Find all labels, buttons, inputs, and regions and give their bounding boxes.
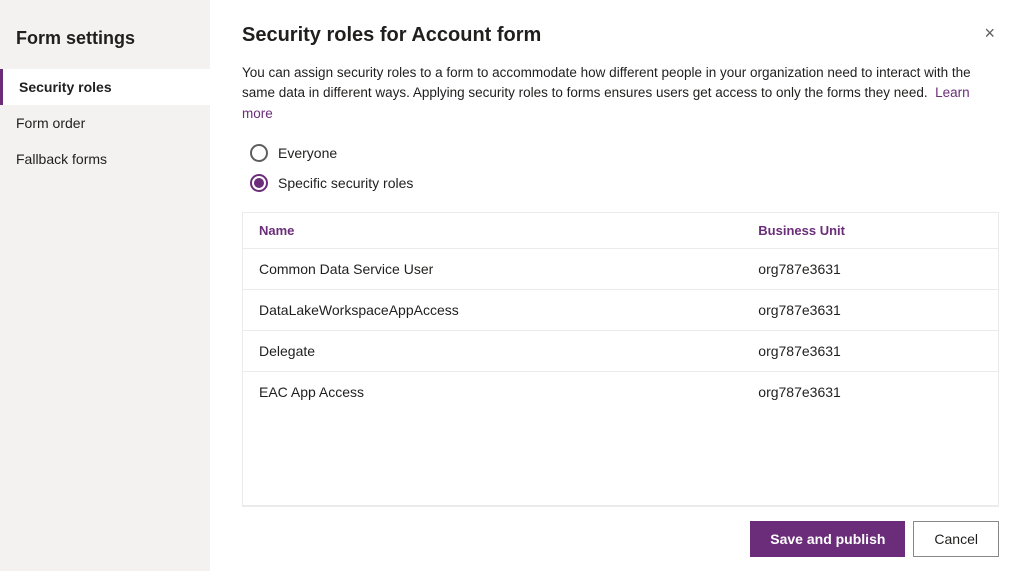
dialog-header: Security roles for Account form × (242, 24, 999, 47)
specific-radio[interactable] (250, 174, 268, 192)
radio-everyone[interactable]: Everyone (250, 144, 999, 162)
footer: Save and publish Cancel (242, 506, 999, 571)
close-button[interactable]: × (980, 24, 999, 42)
save-publish-button[interactable]: Save and publish (750, 521, 905, 557)
roles-table: Name Business Unit Common Data Service U… (243, 213, 998, 412)
cell-name: Common Data Service User (243, 248, 742, 289)
description-text: You can assign security roles to a form … (242, 63, 999, 124)
sidebar-item-form-order[interactable]: Form order (0, 105, 210, 141)
cell-business-unit: org787e3631 (742, 371, 998, 412)
col-business-unit: Business Unit (742, 213, 998, 249)
cell-business-unit: org787e3631 (742, 330, 998, 371)
table-header-row: Name Business Unit (243, 213, 998, 249)
sidebar-title: Form settings (0, 16, 210, 69)
table-row[interactable]: DataLakeWorkspaceAppAccess org787e3631 (243, 289, 998, 330)
table-row[interactable]: EAC App Access org787e3631 (243, 371, 998, 412)
everyone-radio[interactable] (250, 144, 268, 162)
sidebar: Form settings Security roles Form order … (0, 0, 210, 571)
cell-business-unit: org787e3631 (742, 248, 998, 289)
cell-name: DataLakeWorkspaceAppAccess (243, 289, 742, 330)
sidebar-item-security-roles[interactable]: Security roles (0, 69, 210, 105)
dialog-title: Security roles for Account form (242, 24, 541, 47)
radio-group: Everyone Specific security roles (242, 144, 999, 192)
cell-name: EAC App Access (243, 371, 742, 412)
col-name: Name (243, 213, 742, 249)
cell-name: Delegate (243, 330, 742, 371)
sidebar-item-fallback-forms[interactable]: Fallback forms (0, 141, 210, 177)
table-row[interactable]: Common Data Service User org787e3631 (243, 248, 998, 289)
roles-table-container[interactable]: Name Business Unit Common Data Service U… (242, 212, 999, 506)
main-content: Security roles for Account form × You ca… (210, 0, 1031, 571)
table-row[interactable]: Delegate org787e3631 (243, 330, 998, 371)
cancel-button[interactable]: Cancel (913, 521, 999, 557)
radio-specific[interactable]: Specific security roles (250, 174, 999, 192)
cell-business-unit: org787e3631 (742, 289, 998, 330)
